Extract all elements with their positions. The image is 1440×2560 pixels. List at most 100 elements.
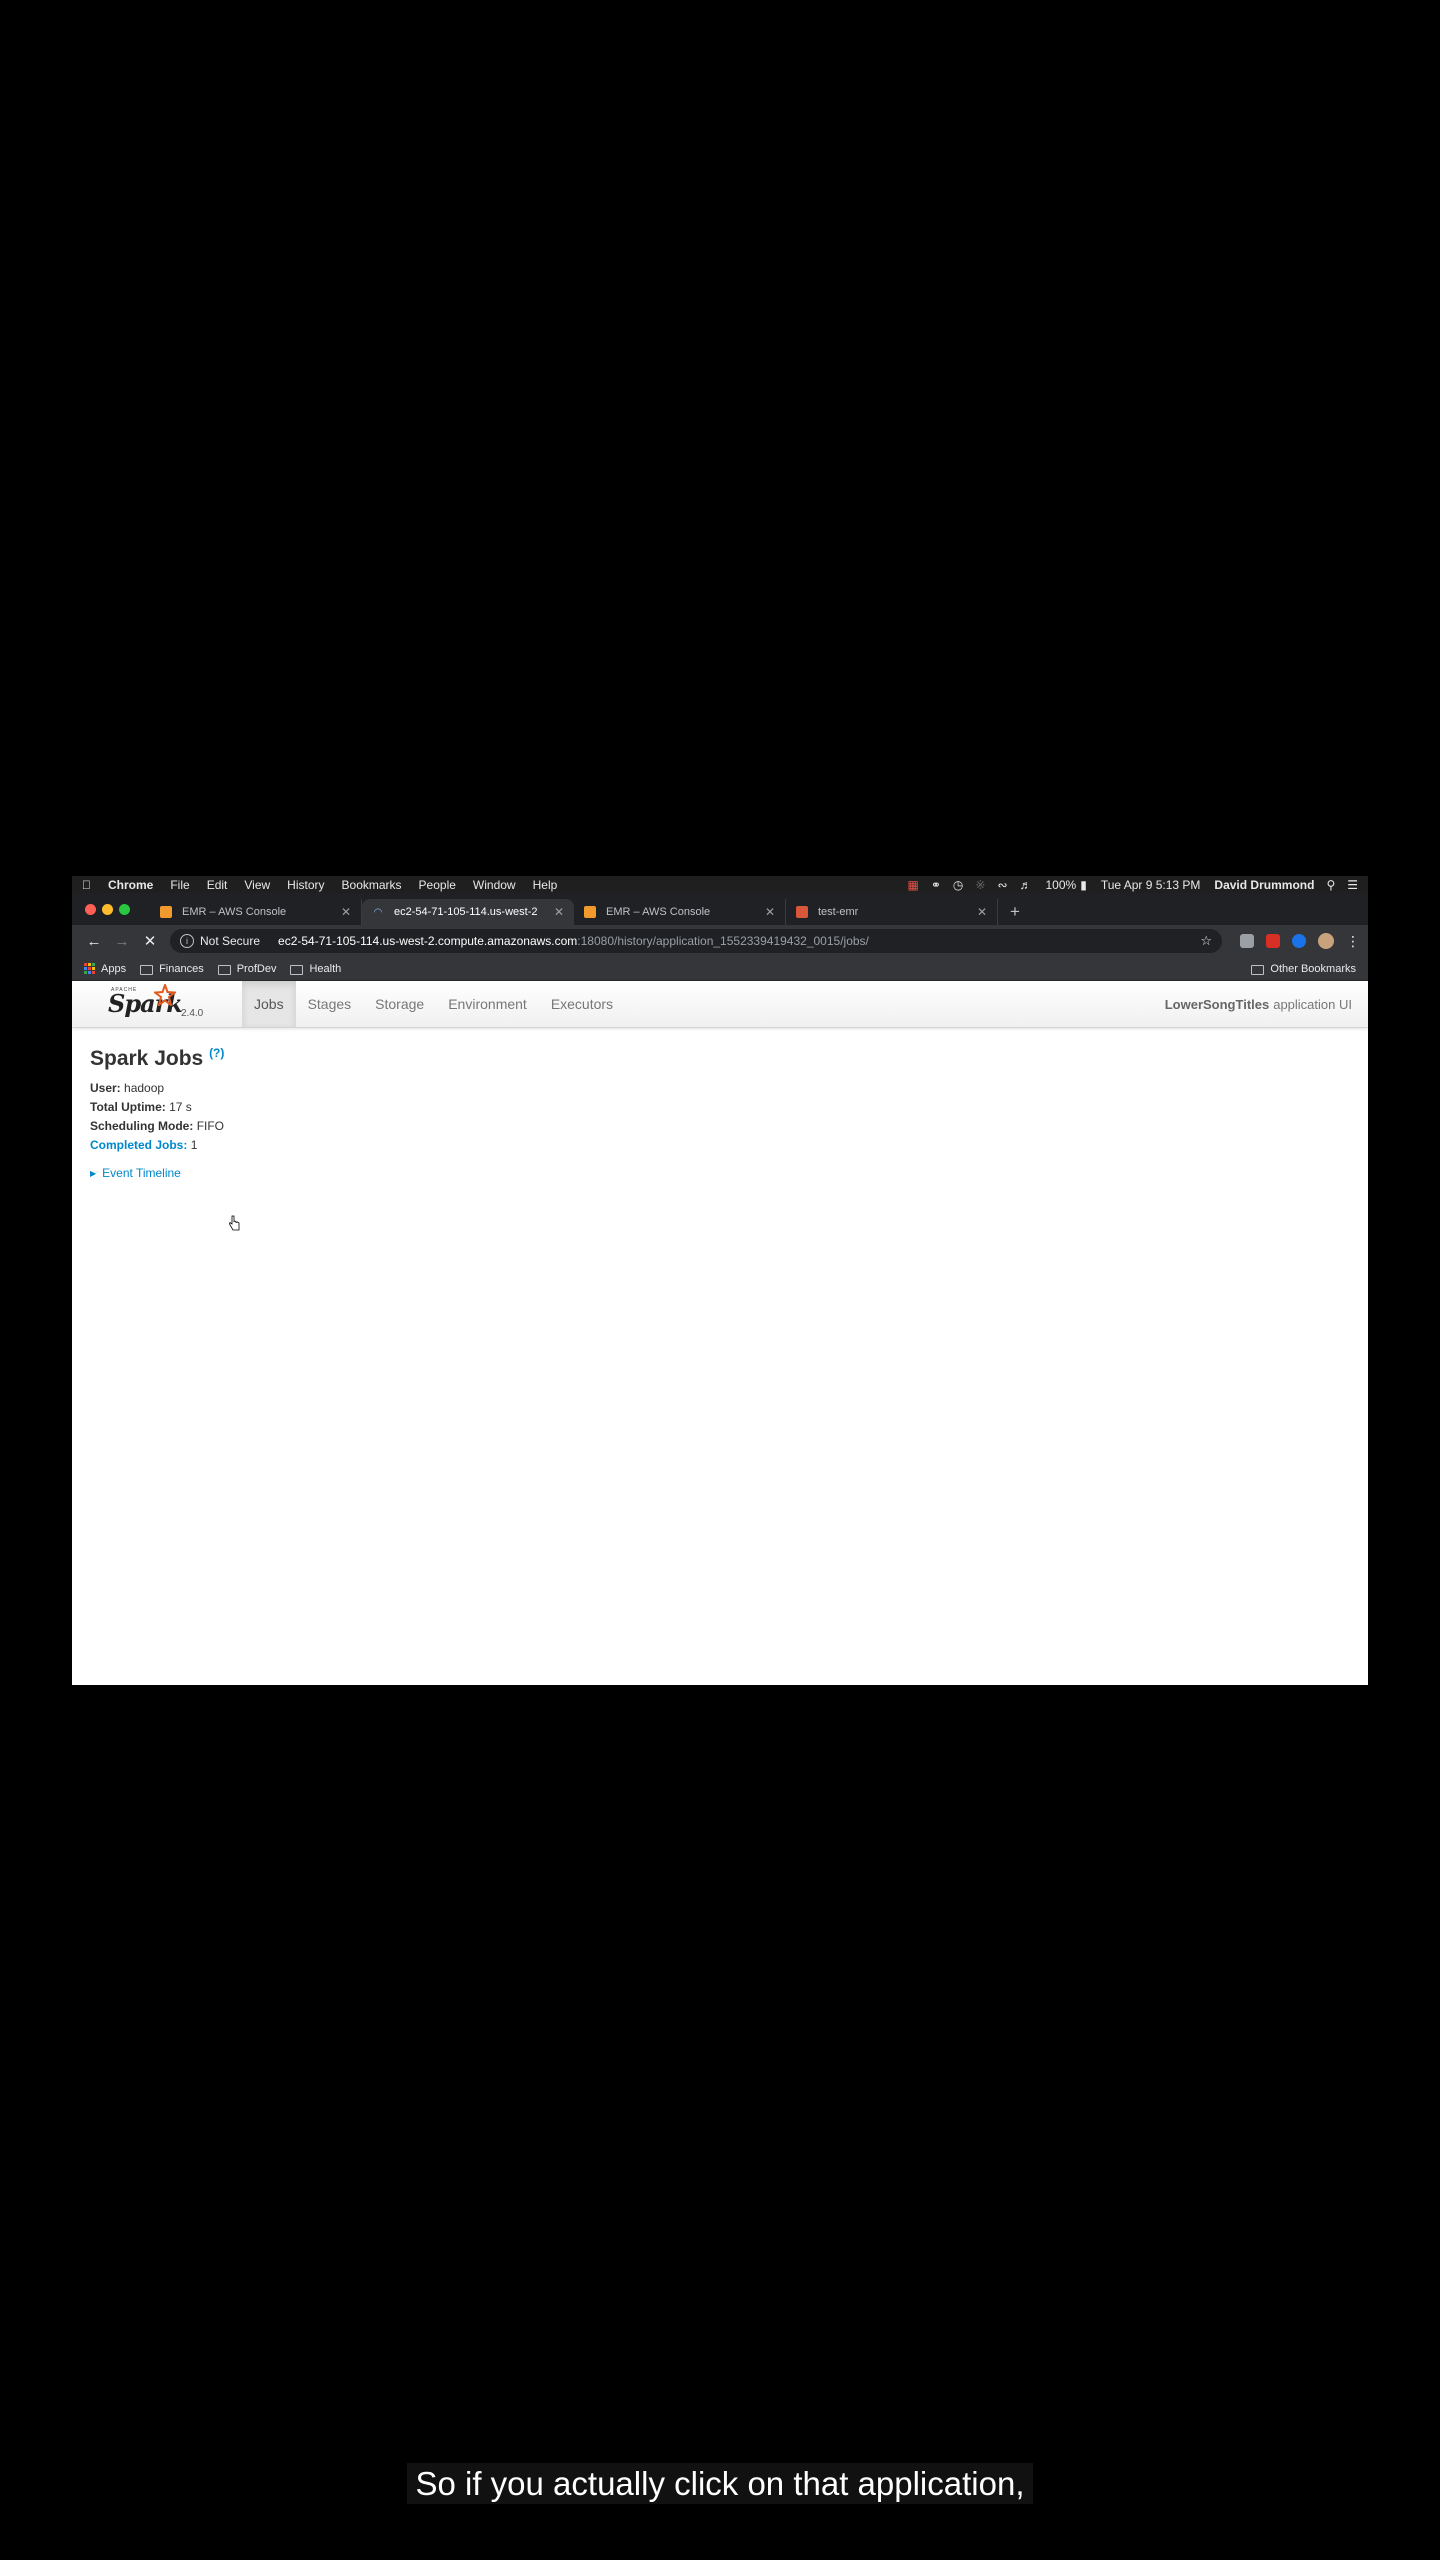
help-link[interactable]: (?) (209, 1046, 224, 1060)
zoom-window-button[interactable] (119, 904, 130, 915)
tab-label: EMR – AWS Console (182, 906, 287, 918)
completed-jobs-link[interactable]: Completed Jobs: (90, 1138, 187, 1152)
app-menu-chrome[interactable]: Chrome (108, 878, 153, 892)
menu-window[interactable]: Window (473, 878, 516, 892)
forward-arrow-icon[interactable]: → (108, 933, 136, 950)
user-line: User: hadoop (90, 1081, 1350, 1095)
bookmark-other[interactable]: Other Bookmarks (1251, 963, 1356, 975)
url-path: :18080/history/application_1552339419432… (577, 934, 869, 948)
scheduling-mode-line: Scheduling Mode: FIFO (90, 1119, 1350, 1133)
notebook-icon (796, 906, 808, 918)
menu-kebab-icon[interactable]: ⋮ (1346, 933, 1360, 950)
back-arrow-icon[interactable]: ← (80, 933, 108, 950)
folder-icon (290, 964, 304, 975)
tab-emr-console-1[interactable]: EMR – AWS Console ✕ (150, 899, 362, 925)
new-tab-button[interactable]: + (1010, 899, 1020, 925)
nav-environment[interactable]: Environment (436, 981, 539, 1027)
event-timeline-label: Event Timeline (102, 1166, 181, 1180)
apps-grid-icon (84, 963, 95, 974)
bookmark-label: ProfDev (236, 962, 277, 975)
spark-logo[interactable]: APACHE Spark 2.4.0 (72, 981, 242, 1027)
extension-icon[interactable] (1240, 934, 1254, 948)
aws-icon (160, 906, 172, 918)
spotlight-icon[interactable]: ⚲ (1326, 878, 1335, 892)
bookmarks-bar: Apps Finances ProfDev Health Other Bookm… (72, 957, 1368, 981)
nav-executors[interactable]: Executors (539, 981, 625, 1027)
bookmark-finances[interactable]: Finances (140, 963, 204, 975)
close-tab-icon[interactable]: ✕ (341, 905, 351, 919)
close-tab-icon[interactable]: ✕ (765, 905, 775, 919)
nav-stages[interactable]: Stages (296, 981, 364, 1027)
menu-bookmarks[interactable]: Bookmarks (342, 878, 402, 892)
notification-center-icon[interactable]: ☰ (1347, 878, 1358, 892)
completed-jobs-value: 1 (190, 1138, 198, 1152)
user-value: hadoop (124, 1081, 165, 1095)
bookmark-health[interactable]: Health (290, 963, 341, 975)
battery-percent[interactable]: 100% (1046, 878, 1077, 892)
bookmark-star-icon[interactable]: ☆ (1200, 933, 1212, 949)
bookmark-label: Finances (159, 962, 204, 975)
completed-jobs-line[interactable]: Completed Jobs: 1 (90, 1138, 1350, 1152)
nav-jobs[interactable]: Jobs (242, 981, 296, 1027)
nav-storage[interactable]: Storage (363, 981, 436, 1027)
stop-loading-icon[interactable]: ✕ (136, 932, 164, 950)
menu-help[interactable]: Help (533, 878, 558, 892)
user-name[interactable]: David Drummond (1214, 878, 1314, 892)
uptime-line: Total Uptime: 17 s (90, 1100, 1350, 1114)
loading-icon: ◠ (373, 906, 383, 918)
close-window-button[interactable] (85, 904, 96, 915)
url-host: ec2-54-71-105-114.us-west-2.compute.amaz… (278, 934, 578, 948)
app-suffix: application UI (1273, 996, 1352, 1012)
browser-toolbar: ← → ✕ i Not Secure ec2-54-71-105-114.us-… (72, 925, 1368, 957)
profile-avatar[interactable] (1318, 933, 1334, 949)
status-area: ▦ ⚭ ◷ ※ ∾ ♬ 100% ▮ Tue Apr 9 5:13 PM Dav… (895, 878, 1358, 892)
battery-icon[interactable]: ▮ (1080, 878, 1087, 892)
info-icon[interactable]: i (180, 934, 194, 948)
bookmark-apps[interactable]: Apps (84, 963, 126, 975)
mode-label: Scheduling Mode: (90, 1119, 194, 1133)
page-title: Spark Jobs (?) (90, 1046, 1350, 1071)
address-bar[interactable]: i Not Secure ec2-54-71-105-114.us-west-2… (170, 929, 1222, 953)
clock[interactable]: Tue Apr 9 5:13 PM (1101, 878, 1201, 892)
minimize-window-button[interactable] (102, 904, 113, 915)
video-caption: So if you actually click on that applica… (0, 2463, 1440, 2504)
uptime-value: 17 s (169, 1100, 192, 1114)
wifi-icon[interactable]: ∾ (997, 878, 1007, 892)
tab-test-emr[interactable]: test-emr ✕ (786, 899, 998, 925)
hand-cursor-icon (229, 1215, 240, 1231)
aws-icon (584, 906, 596, 918)
bookmark-profdev[interactable]: ProfDev (217, 962, 277, 975)
caption-text: So if you actually click on that applica… (407, 2463, 1033, 2504)
apple-icon[interactable]:  (82, 878, 91, 892)
calendar-icon[interactable]: ▦ (907, 878, 918, 892)
glasses-icon[interactable]: ⚭ (931, 878, 941, 892)
mode-value: FIFO (196, 1119, 225, 1133)
spark-navbar: APACHE Spark 2.4.0 Jobs Stages Storage E… (72, 981, 1368, 1028)
menu-edit[interactable]: Edit (207, 878, 228, 892)
time-machine-icon[interactable]: ◷ (953, 878, 963, 892)
extension-icon[interactable] (1266, 934, 1280, 948)
spark-star-icon (154, 984, 176, 1006)
page-title-text: Spark Jobs (90, 1047, 204, 1070)
close-tab-icon[interactable]: ✕ (554, 905, 564, 919)
tab-strip: EMR – AWS Console ✕ ◠ ec2-54-71-105-114.… (72, 893, 1368, 925)
event-timeline-toggle[interactable]: ▶ Event Timeline (90, 1166, 1350, 1180)
security-label[interactable]: Not Secure (200, 934, 260, 948)
volume-icon[interactable]: ♬ (1020, 878, 1032, 892)
close-tab-icon[interactable]: ✕ (977, 905, 987, 919)
bookmark-label: Health (309, 962, 342, 975)
user-label: User: (90, 1081, 121, 1095)
tab-emr-console-2[interactable]: EMR – AWS Console ✕ (574, 899, 786, 925)
menu-people[interactable]: People (419, 878, 456, 892)
bluetooth-icon[interactable]: ※ (975, 878, 985, 892)
menu-file[interactable]: File (170, 878, 189, 892)
caret-right-icon: ▶ (90, 1168, 97, 1178)
menu-history[interactable]: History (287, 878, 324, 892)
folder-icon (1251, 964, 1265, 975)
tab-label: test-emr (818, 906, 859, 918)
tab-spark-history[interactable]: ◠ ec2-54-71-105-114.us-west-2 ✕ (362, 899, 574, 925)
menu-view[interactable]: View (244, 878, 270, 892)
extension-icon[interactable] (1292, 934, 1306, 948)
jobs-content: Spark Jobs (?) User: hadoop Total Uptime… (72, 1028, 1368, 1198)
window-controls (85, 904, 130, 915)
